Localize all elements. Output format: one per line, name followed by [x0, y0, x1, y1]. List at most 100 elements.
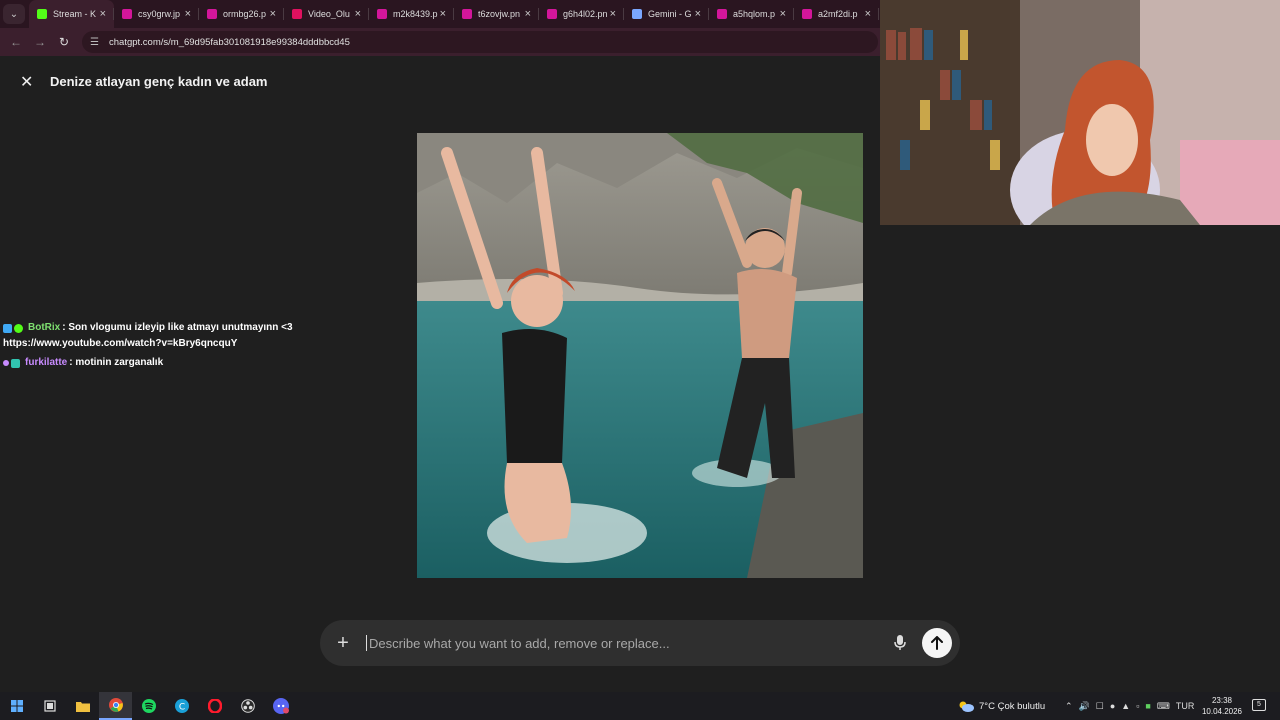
send-button[interactable]	[922, 628, 952, 658]
tab-separator	[878, 8, 879, 20]
tab-close-icon[interactable]: ×	[270, 8, 276, 20]
tab-close-icon[interactable]: ×	[780, 8, 786, 20]
discord-icon[interactable]	[264, 692, 297, 720]
chat-text: : motinin zarganalık	[69, 357, 164, 368]
browser-tab[interactable]: csy0grw.jp ×	[114, 0, 199, 28]
tab-favicon-icon	[802, 9, 812, 19]
notification-count: 5	[1257, 701, 1261, 708]
microphone-icon[interactable]	[886, 629, 914, 657]
tab-favicon-icon	[462, 9, 472, 19]
task-view-icon[interactable]	[33, 692, 66, 720]
tray-app-icon[interactable]: ☐	[1096, 701, 1104, 712]
tab-strip: Stream - K × csy0grw.jp × ormbg26.p × Video_Ol…	[29, 0, 879, 28]
tab-favicon-icon	[122, 9, 132, 19]
tab-search-button[interactable]: ⌄	[3, 4, 25, 24]
obs-icon[interactable]	[231, 692, 264, 720]
arrow-up-icon	[931, 636, 943, 650]
add-icon[interactable]: +	[320, 632, 366, 655]
tab-title: csy0grw.jp	[138, 9, 181, 19]
tab-close-icon[interactable]: ×	[525, 8, 531, 20]
network-icon[interactable]: ▫	[1136, 701, 1139, 711]
address-bar-row: ← → ↻ ☰ chatgpt.com/s/m_69d95fab30108191…	[0, 28, 880, 56]
verified-icon	[14, 323, 23, 333]
chat-text: : Son vlogumu izleyip like atmayı unutma…	[62, 322, 293, 333]
taskbar: C 7°C Çok bulutlu ⌃ 🔊 ☐ ● ▲ ▫ ■ ⌨ TUR 23…	[0, 692, 1280, 720]
tab-favicon-icon	[717, 9, 727, 19]
svg-text:C: C	[178, 703, 184, 713]
close-icon[interactable]: ✕	[20, 72, 33, 92]
tab-title: t6zovjw.pn	[478, 9, 521, 19]
chat-message: furkilatte : motinin zarganalık	[3, 355, 293, 371]
clock-date: 10.04.2026	[1201, 707, 1243, 716]
chat-username: BotRix	[28, 322, 61, 333]
tab-title: a2mf2di.p	[818, 9, 858, 19]
browser-tab[interactable]: ormbg26.p ×	[199, 0, 284, 28]
page-title: Denize atlayan genç kadın ve adam	[50, 74, 268, 89]
forward-icon[interactable]: →	[28, 35, 52, 49]
tab-title: g6h4l02.pn	[563, 9, 608, 19]
chevron-down-icon: ⌄	[9, 8, 19, 20]
tab-close-icon[interactable]: ×	[695, 8, 701, 20]
spotify-icon[interactable]	[132, 692, 165, 720]
back-icon[interactable]: ←	[4, 35, 28, 49]
tab-close-icon[interactable]: ×	[440, 8, 446, 20]
browser-tab[interactable]: Gemini - G ×	[624, 0, 709, 28]
tab-close-icon[interactable]: ×	[185, 8, 191, 20]
tab-title: Stream - K	[53, 9, 97, 19]
tray-expand-icon[interactable]: ⌃	[1065, 701, 1073, 712]
browser-tab[interactable]: g6h4l02.pn ×	[539, 0, 624, 28]
cloud-icon	[959, 701, 974, 712]
site-settings-icon[interactable]: ☰	[90, 37, 104, 48]
generated-image[interactable]	[417, 133, 863, 578]
chat-message-link: https://www.youtube.com/watch?v=kBry6qnc…	[3, 338, 238, 349]
stream-chat: BotRix : Son vlogumu izleyip like atmayı…	[3, 320, 293, 371]
chat-username: furkilatte	[25, 357, 68, 368]
tab-title: ormbg26.p	[223, 9, 267, 19]
language-indicator[interactable]: TUR	[1176, 701, 1195, 711]
tab-title: Gemini - G	[648, 9, 692, 19]
browser-tab[interactable]: a2mf2di.p ×	[794, 0, 879, 28]
shield-icon[interactable]: ▲	[1121, 701, 1130, 711]
windows-icon	[10, 700, 23, 712]
browser-tab[interactable]: t6zovjw.pn ×	[454, 0, 539, 28]
file-explorer-icon[interactable]	[66, 692, 99, 720]
browser-tab[interactable]: a5hqlom.p ×	[709, 0, 794, 28]
prompt-input[interactable]	[367, 634, 886, 652]
webcam-overlay	[880, 0, 1280, 225]
volume-icon[interactable]: 🔊	[1079, 701, 1090, 712]
viewer-header: ✕ Denize atlayan genç kadın ve adam	[0, 56, 880, 108]
notification-icon[interactable]: 5	[1252, 699, 1266, 711]
edit-prompt-bar: +	[320, 620, 960, 666]
tab-favicon-icon	[547, 9, 557, 19]
tab-title: a5hqlom.p	[733, 9, 776, 19]
url-field[interactable]: ☰ chatgpt.com/s/m_69d95fab301081918e9938…	[82, 31, 878, 53]
tab-close-icon[interactable]: ×	[355, 8, 361, 20]
browser-tab[interactable]: Stream - K ×	[29, 0, 114, 28]
clock[interactable]: 23:38 10.04.2026	[1200, 695, 1244, 717]
opera-icon[interactable]	[198, 692, 231, 720]
chat-message: BotRix : Son vlogumu izleyip like atmayı…	[3, 320, 293, 336]
chrome-icon[interactable]	[99, 692, 132, 720]
tab-close-icon[interactable]: ×	[610, 8, 616, 20]
tab-bar: ⌄ Stream - K × csy0grw.jp × ormbg26.p × Video_…	[0, 0, 880, 28]
mic-tray-icon[interactable]: ●	[1110, 701, 1115, 711]
url-text: chatgpt.com/s/m_69d95fab301081918e99384d…	[109, 36, 350, 48]
tab-favicon-icon	[292, 9, 302, 19]
tab-close-icon[interactable]: ×	[865, 8, 871, 20]
tab-favicon-icon	[37, 9, 47, 19]
browser-tab[interactable]: m2k8439.p ×	[369, 0, 454, 28]
tab-title: m2k8439.p	[393, 9, 438, 19]
update-icon[interactable]: ■	[1145, 701, 1150, 711]
app-c-icon[interactable]: C	[165, 692, 198, 720]
keyboard-icon[interactable]: ⌨	[1157, 701, 1170, 712]
reload-icon[interactable]: ↻	[52, 35, 76, 49]
start-button[interactable]	[0, 692, 33, 720]
system-tray: ⌃ 🔊 ☐ ● ▲ ▫ ■ ⌨ TUR	[1062, 692, 1197, 720]
tab-favicon-icon	[377, 9, 387, 19]
weather-widget[interactable]: 7°C Çok bulutlu	[957, 692, 1045, 720]
tab-favicon-icon	[207, 9, 217, 19]
tab-title: Video_Olu	[308, 9, 350, 19]
tab-close-icon[interactable]: ×	[100, 8, 106, 20]
browser-tab[interactable]: Video_Olu ×	[284, 0, 369, 28]
tab-favicon-icon	[632, 9, 642, 19]
